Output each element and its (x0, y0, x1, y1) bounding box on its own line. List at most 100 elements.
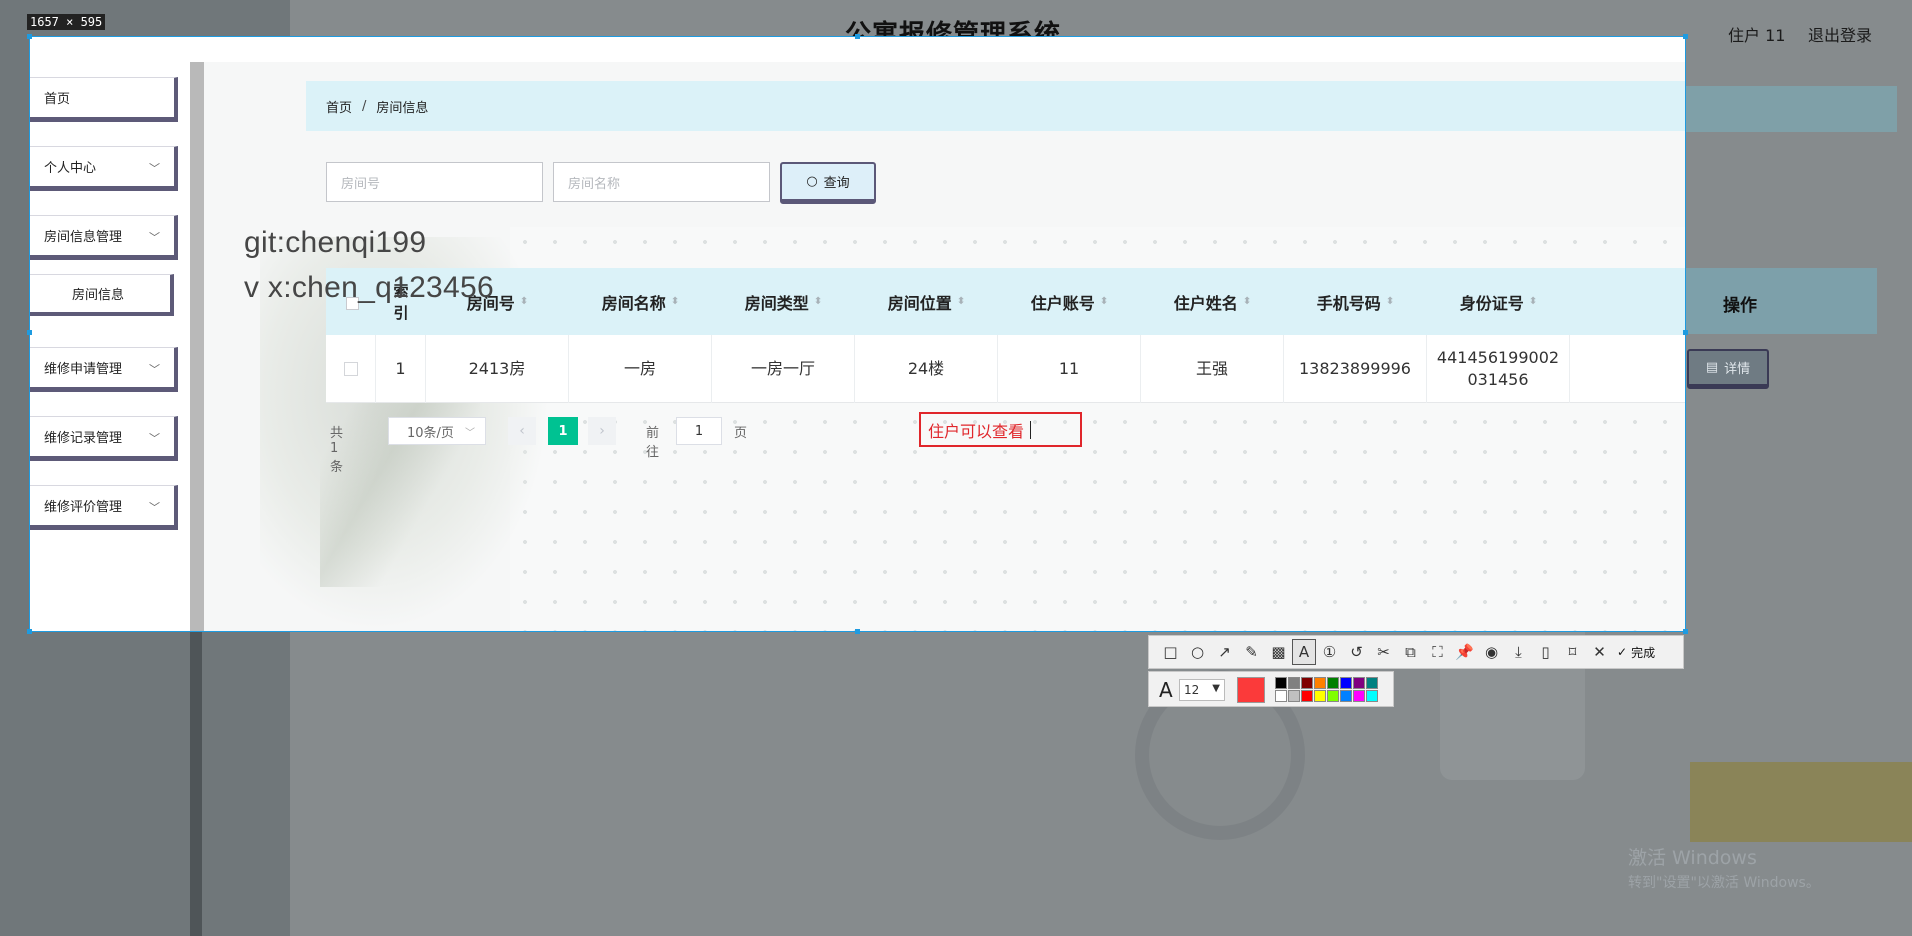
color-swatch[interactable] (1353, 690, 1365, 702)
screenshot-selection[interactable]: 首页 个人中心 ﹀ 房间信息管理 ﹀ 房间信息 维修申请管理 ﹀ 维修记录管理 ﹀ 维修… (30, 37, 1685, 631)
chevron-down-icon: ﹀ (149, 501, 160, 514)
ocr-icon[interactable]: ⧉ (1397, 639, 1424, 665)
scroll-capture-icon[interactable]: ⛶ (1424, 639, 1451, 665)
room-name-input[interactable]: 房间名称 (553, 162, 770, 202)
download-icon[interactable]: ⤓ (1505, 639, 1532, 665)
room-number-input[interactable]: 房间号 (326, 162, 543, 202)
breadcrumb: 首页 / 房间信息 (306, 81, 1685, 131)
color-swatch[interactable] (1301, 690, 1313, 702)
resize-handle-top-right[interactable] (1683, 34, 1688, 39)
color-swatch[interactable] (1340, 677, 1352, 689)
next-page-button[interactable]: › (588, 417, 616, 445)
mosaic-icon[interactable]: ▩ (1265, 639, 1292, 665)
text-annotation-box[interactable]: 住户可以查看 (919, 412, 1082, 447)
color-swatch[interactable] (1314, 677, 1326, 689)
sort-icon: ⬍ (813, 296, 823, 307)
sidebar-item-room-management[interactable]: 房间信息管理 ﹀ (30, 215, 178, 260)
table-header-action: 操作 (1723, 295, 1757, 316)
header-phone[interactable]: 手机号码 ⬍ (1284, 268, 1427, 335)
sidebar-item-personal-center[interactable]: 个人中心 ﹀ (30, 146, 178, 191)
sidebar-item-home[interactable]: 首页 (30, 77, 178, 122)
phone-icon[interactable]: ▯ (1532, 639, 1559, 665)
color-swatch[interactable] (1327, 677, 1339, 689)
rectangle-icon[interactable]: □ (1157, 639, 1184, 665)
color-swatch[interactable] (1353, 677, 1365, 689)
undo-icon[interactable]: ↺ (1343, 639, 1370, 665)
sidebar-item-repair-records[interactable]: 维修记录管理 ﹀ (30, 416, 178, 461)
logout-link[interactable]: 退出登录 (1808, 22, 1872, 46)
header-name[interactable]: 住户姓名 ⬍ (1141, 268, 1284, 335)
row-checkbox[interactable] (343, 362, 358, 376)
sort-icon: ⬍ (1528, 296, 1538, 307)
pencil-icon[interactable]: ✎ (1238, 639, 1265, 665)
color-swatch[interactable] (1275, 677, 1287, 689)
sort-icon: ⬍ (670, 296, 680, 307)
resize-handle-bottom-left[interactable] (27, 629, 32, 634)
sidebar-item-label: 房间信息管理 (44, 230, 123, 245)
annotation-text: 住户可以查看 (928, 421, 1025, 441)
number-marker-icon[interactable]: ① (1316, 639, 1343, 665)
record-icon[interactable]: ◉ (1478, 639, 1505, 665)
cut-icon[interactable]: ✂ (1370, 639, 1397, 665)
chevron-down-icon: ﹀ (465, 428, 475, 439)
goto-page-input[interactable]: 1 (676, 417, 722, 445)
chevron-down-icon: ﹀ (149, 231, 160, 244)
cell-account: 11 (998, 335, 1141, 403)
color-swatch[interactable] (1314, 690, 1326, 702)
color-swatch[interactable] (1288, 690, 1300, 702)
breadcrumb-home[interactable]: 首页 (326, 97, 352, 116)
sort-icon: ⬍ (1385, 296, 1395, 307)
table-row[interactable]: 1 2413房 一房 一房一厅 24楼 11 王强 13823899996 44… (326, 335, 1685, 403)
resize-handle-right[interactable] (1683, 330, 1688, 335)
close-icon[interactable]: ✕ (1586, 639, 1613, 665)
check-icon: ✓ (1617, 645, 1628, 659)
header-label: 手机号码 (1316, 293, 1381, 313)
color-swatch[interactable] (1366, 677, 1378, 689)
current-color-swatch[interactable] (1237, 677, 1265, 703)
sidebar-subitem-room-info[interactable]: 房间信息 (30, 274, 174, 316)
prev-page-button[interactable]: ‹ (508, 417, 536, 445)
text-caret (1030, 420, 1032, 439)
header-id-card[interactable]: 身份证号 ⬍ (1427, 268, 1570, 335)
pagination-total: 共 1 条 (330, 426, 344, 475)
cell-location: 24楼 (855, 335, 998, 403)
page-number-current[interactable]: 1 (548, 417, 578, 445)
header-label: 身份证号 (1459, 293, 1524, 313)
header-location[interactable]: 房间位置 ⬍ (855, 268, 998, 335)
arrow-icon[interactable]: ↗ (1211, 639, 1238, 665)
sidebar-item-repair-request[interactable]: 维修申请管理 ﹀ (30, 347, 178, 392)
cell-name: 王强 (1141, 335, 1284, 403)
color-swatch[interactable] (1327, 690, 1339, 702)
color-swatch[interactable] (1340, 690, 1352, 702)
header-label: 住户账号 (1030, 293, 1095, 313)
done-button[interactable]: ✓ 完成 (1617, 644, 1655, 661)
resize-handle-left[interactable] (27, 330, 32, 335)
windows-activation-watermark: 激活 Windows 转到"设置"以激活 Windows。 (1628, 843, 1820, 892)
font-size-select[interactable]: 12 ▼ (1179, 679, 1225, 701)
header-room-name[interactable]: 房间名称 ⬍ (569, 268, 712, 335)
sort-icon: ⬍ (519, 296, 529, 307)
resize-handle-top-left[interactable] (27, 34, 32, 39)
activation-subtitle: 转到"设置"以激活 Windows。 (1628, 875, 1820, 891)
text-tool-icon[interactable]: A (1292, 639, 1316, 665)
header-room-type[interactable]: 房间类型 ⬍ (712, 268, 855, 335)
query-button[interactable]: ○ 查询 (780, 162, 876, 204)
color-swatch[interactable] (1366, 690, 1378, 702)
color-swatch[interactable] (1275, 690, 1287, 702)
ellipse-icon[interactable]: ○ (1184, 639, 1211, 665)
header-account[interactable]: 住户账号 ⬍ (998, 268, 1141, 335)
cell-id-card: 441456199002031456 (1427, 335, 1570, 403)
color-swatch[interactable] (1288, 677, 1300, 689)
resize-handle-bottom[interactable] (855, 629, 860, 634)
pin-icon[interactable]: 📌 (1451, 639, 1478, 665)
bookmark-icon[interactable]: ⌑ (1559, 639, 1586, 665)
color-swatch[interactable] (1301, 677, 1313, 689)
page-size-select[interactable]: 10条/页 ﹀ (388, 417, 486, 445)
sidebar-item-repair-reviews[interactable]: 维修评价管理 ﹀ (30, 485, 178, 530)
detail-button[interactable]: ▤ 详情 (1687, 349, 1769, 389)
activation-title: 激活 Windows (1628, 847, 1757, 869)
resize-handle-top[interactable] (855, 34, 860, 39)
resize-handle-bottom-right[interactable] (1683, 629, 1688, 634)
header-label: 房间位置 (887, 293, 952, 313)
sidebar-scrollbar-bright[interactable] (190, 62, 204, 631)
